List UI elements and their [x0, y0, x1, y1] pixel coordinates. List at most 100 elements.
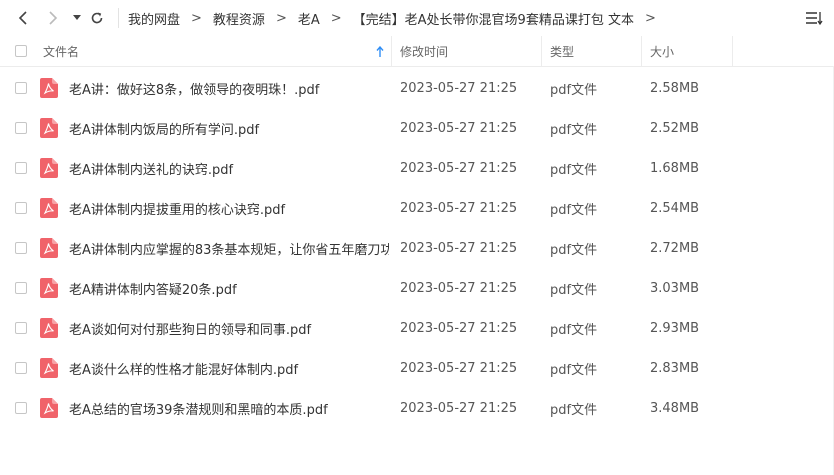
file-row[interactable]: 老A讲体制内提拔重用的核心诀窍.pdf 2023-05-27 21:25 pdf文件…	[0, 188, 834, 228]
row-checkbox-cell[interactable]	[15, 148, 27, 188]
row-checkbox-cell[interactable]	[15, 268, 27, 308]
file-row[interactable]: 老A讲体制内饭局的所有学问.pdf 2023-05-27 21:25 pdf文件 2.…	[0, 108, 834, 148]
column-divider[interactable]	[732, 36, 733, 66]
breadcrumb-item[interactable]: 老A	[296, 9, 322, 28]
file-size: 2.54MB	[650, 200, 700, 216]
file-type: pdf文件	[550, 202, 598, 218]
checkbox[interactable]	[15, 282, 27, 294]
file-size: 2.83MB	[650, 360, 700, 376]
pdf-file-icon	[40, 358, 58, 378]
view-mode-button[interactable]	[804, 8, 824, 28]
file-type: pdf文件	[550, 122, 598, 138]
column-header: 文件名 修改时间 类型 大小	[0, 36, 834, 67]
breadcrumb-separator: >	[644, 10, 656, 26]
file-name[interactable]: 老A总结的官场39条潜规则和黑暗的本质.pdf	[69, 388, 389, 428]
file-size: 2.52MB	[650, 120, 700, 136]
row-checkbox-cell[interactable]	[15, 348, 27, 388]
file-type: pdf文件	[550, 402, 598, 418]
column-divider[interactable]	[541, 36, 542, 66]
sort-ascending-button[interactable]	[376, 36, 384, 66]
checkbox[interactable]	[15, 162, 27, 174]
file-name[interactable]: 老A谈什么样的性格才能混好体制内.pdf	[69, 348, 389, 388]
file-row[interactable]: 老A讲体制内应掌握的83条基本规矩，让你省五年磨刀功.... 2023-05-27…	[0, 228, 834, 268]
file-size: 2.58MB	[650, 80, 700, 96]
checkbox[interactable]	[15, 45, 27, 57]
breadcrumb-item-current[interactable]: 【完结】老A处长带你混官场9套精品课打包 文本	[351, 9, 636, 28]
column-divider[interactable]	[391, 36, 392, 66]
checkbox[interactable]	[15, 322, 27, 334]
toolbar: 我的网盘 > 教程资源 > 老A > 【完结】老A处长带你混官场9套精品课打包 …	[0, 0, 834, 36]
file-row[interactable]: 老A讲：做好这8条，做领导的夜明珠！.pdf 2023-05-27 21:25 pd…	[0, 68, 834, 108]
file-modified: 2023-05-27 21:25	[400, 80, 518, 96]
file-size: 3.48MB	[650, 400, 700, 416]
checkbox[interactable]	[15, 122, 27, 134]
file-name[interactable]: 老A讲体制内提拔重用的核心诀窍.pdf	[69, 188, 389, 228]
column-size[interactable]: 大小	[650, 36, 674, 66]
file-type: pdf文件	[550, 162, 598, 178]
breadcrumb-item[interactable]: 我的网盘	[118, 9, 182, 28]
column-modified[interactable]: 修改时间	[400, 36, 448, 66]
file-modified: 2023-05-27 21:25	[400, 320, 518, 336]
column-divider[interactable]	[641, 36, 642, 66]
row-checkbox-cell[interactable]	[15, 228, 27, 268]
file-name[interactable]: 老A讲体制内饭局的所有学问.pdf	[69, 108, 389, 148]
select-all-checkbox[interactable]	[15, 36, 27, 66]
file-modified: 2023-05-27 21:25	[400, 240, 518, 256]
row-checkbox-cell[interactable]	[15, 308, 27, 348]
chevron-right-icon	[49, 11, 58, 25]
file-row[interactable]: 老A谈什么样的性格才能混好体制内.pdf 2023-05-27 21:25 pdf文…	[0, 348, 834, 388]
history-dropdown[interactable]	[66, 7, 88, 29]
file-modified: 2023-05-27 21:25	[400, 280, 518, 296]
checkbox[interactable]	[15, 202, 27, 214]
checkbox[interactable]	[15, 242, 27, 254]
column-type[interactable]: 类型	[550, 36, 574, 66]
breadcrumb-item[interactable]: 教程资源	[211, 9, 267, 28]
pdf-file-icon	[40, 318, 58, 338]
pdf-file-icon	[40, 118, 58, 138]
column-name[interactable]: 文件名	[43, 36, 79, 66]
file-size: 1.68MB	[650, 160, 700, 176]
file-name[interactable]: 老A精讲体制内答疑20条.pdf	[69, 268, 389, 308]
pdf-file-icon	[40, 278, 58, 298]
file-name[interactable]: 老A讲体制内应掌握的83条基本规矩，让你省五年磨刀功....	[69, 228, 389, 268]
file-row[interactable]: 老A总结的官场39条潜规则和黑暗的本质.pdf 2023-05-27 21:25 p…	[0, 388, 834, 428]
file-modified: 2023-05-27 21:25	[400, 120, 518, 136]
file-size: 2.72MB	[650, 240, 700, 256]
back-button[interactable]	[12, 7, 34, 29]
file-row[interactable]: 老A讲体制内送礼的诀窍.pdf 2023-05-27 21:25 pdf文件 1.68…	[0, 148, 834, 188]
file-name[interactable]: 老A谈如何对付那些狗日的领导和同事.pdf	[69, 308, 389, 348]
row-checkbox-cell[interactable]	[15, 388, 27, 428]
file-type: pdf文件	[550, 282, 598, 298]
file-modified: 2023-05-27 21:25	[400, 160, 518, 176]
row-checkbox-cell[interactable]	[15, 108, 27, 148]
file-type: pdf文件	[550, 242, 598, 258]
chevron-left-icon	[18, 11, 27, 25]
pdf-file-icon	[40, 78, 58, 98]
checkbox[interactable]	[15, 402, 27, 414]
checkbox[interactable]	[15, 362, 27, 374]
file-modified: 2023-05-27 21:25	[400, 360, 518, 376]
row-checkbox-cell[interactable]	[15, 188, 27, 228]
file-name[interactable]: 老A讲体制内送礼的诀窍.pdf	[69, 148, 389, 188]
file-type: pdf文件	[550, 322, 598, 338]
refresh-button[interactable]	[86, 7, 108, 29]
list-view-icon	[806, 12, 823, 26]
forward-button[interactable]	[42, 7, 64, 29]
caret-down-icon	[73, 15, 81, 20]
file-row[interactable]: 老A谈如何对付那些狗日的领导和同事.pdf 2023-05-27 21:25 pdf…	[0, 308, 834, 348]
checkbox[interactable]	[15, 82, 27, 94]
breadcrumb: 我的网盘 > 教程资源 > 老A > 【完结】老A处长带你混官场9套精品课打包 …	[118, 0, 665, 36]
file-name[interactable]: 老A讲：做好这8条，做领导的夜明珠！.pdf	[69, 68, 389, 108]
file-modified: 2023-05-27 21:25	[400, 400, 518, 416]
file-row[interactable]: 老A精讲体制内答疑20条.pdf 2023-05-27 21:25 pdf文件 3.0…	[0, 268, 834, 308]
file-size: 3.03MB	[650, 280, 700, 296]
breadcrumb-separator: >	[275, 10, 287, 26]
breadcrumb-separator: >	[191, 10, 202, 26]
pdf-file-icon	[40, 238, 58, 258]
file-type: pdf文件	[550, 82, 598, 98]
row-checkbox-cell[interactable]	[15, 68, 27, 108]
pdf-file-icon	[40, 158, 58, 178]
file-modified: 2023-05-27 21:25	[400, 200, 518, 216]
refresh-icon	[91, 12, 103, 24]
pdf-file-icon	[40, 198, 58, 218]
